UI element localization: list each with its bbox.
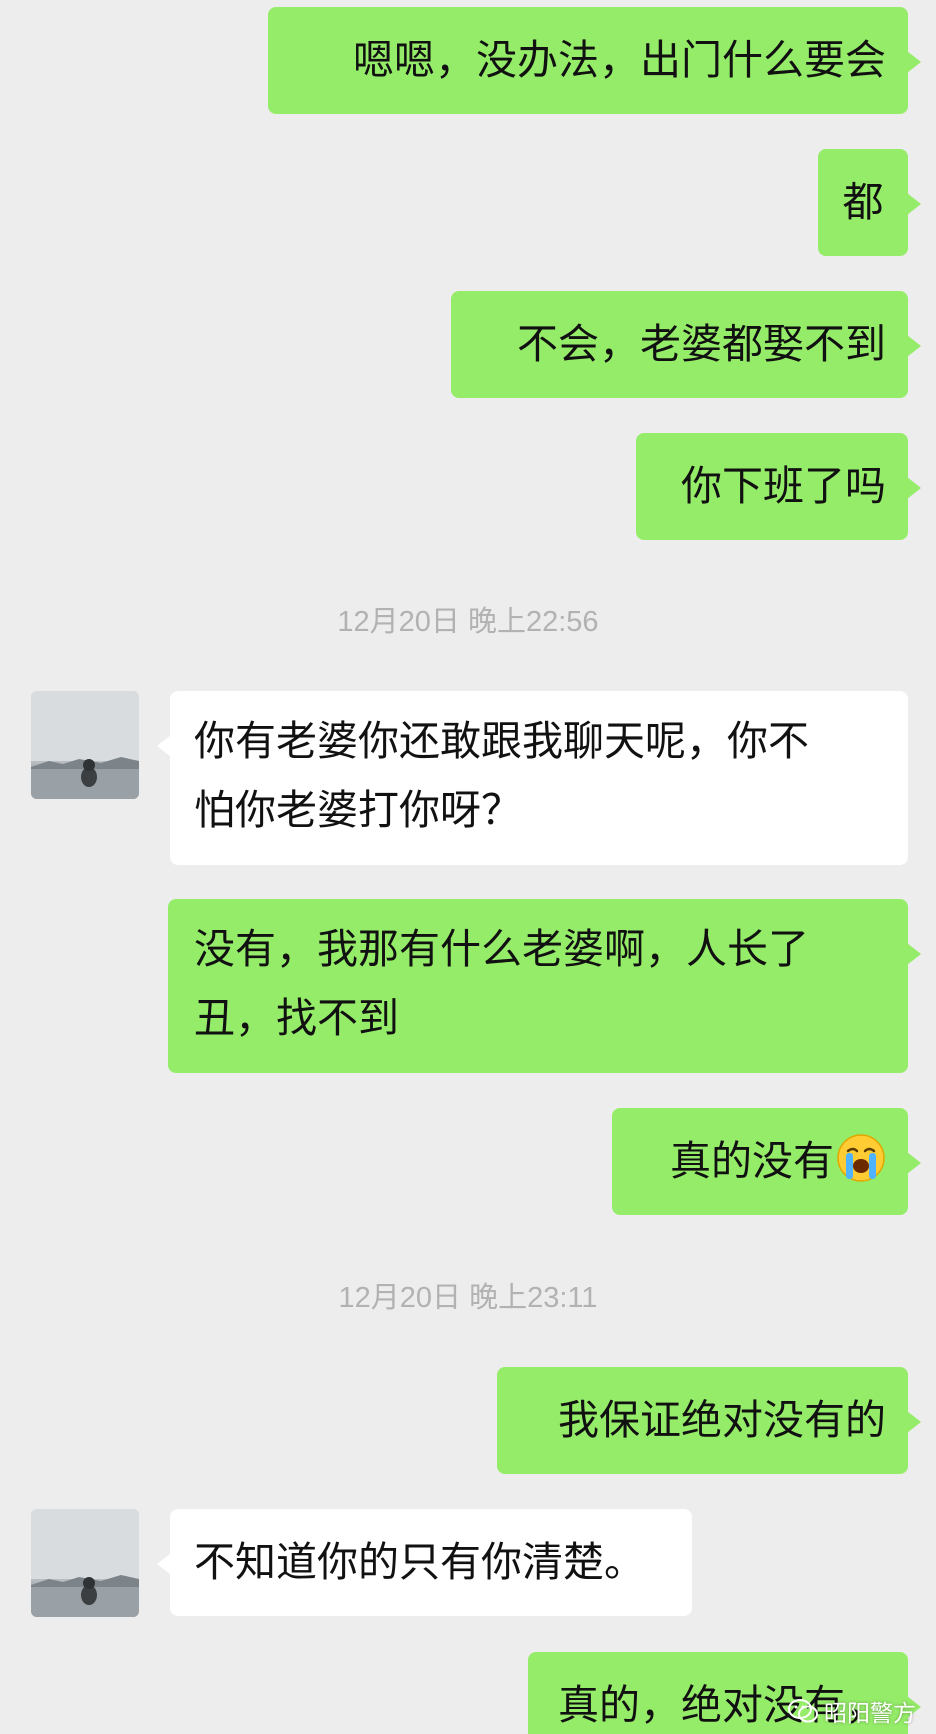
message-text-line: 你有老婆你还敢跟我聊天呢，你不 <box>194 717 809 765</box>
message-text-line: 丑，找不到 <box>194 994 399 1042</box>
message-bubble-outgoing[interactable]: 没有，我那有什么老婆啊，人长了 丑，找不到 <box>168 899 921 1073</box>
message-text-line: 怕你老婆打你呀？ <box>194 786 522 834</box>
watermark-text: 昭阳警方 <box>824 1701 916 1727</box>
message-text: 嗯嗯，没办法，出门什么要会 <box>353 36 886 84</box>
message-bubble-outgoing[interactable]: 我保证绝对没有的 <box>497 1367 921 1474</box>
avatar-lake-photo <box>31 691 139 799</box>
avatar-lake-photo <box>31 1509 139 1617</box>
message-text: 不会，老婆都娶不到 <box>517 320 886 368</box>
message-text: 不知道你的只有你清楚。 <box>194 1538 645 1586</box>
wechat-official-account-icon <box>788 1698 818 1724</box>
chat-view[interactable]: 嗯嗯，没办法，出门什么要会 都 不会，老婆都娶不到 你下班了吗 12月20日 晚… <box>0 0 936 1734</box>
message-text-line: 没有，我那有什么老婆啊，人长了 <box>194 925 809 973</box>
timestamp: 12月20日 晚上22:56 <box>337 606 599 638</box>
message-bubble-outgoing[interactable]: 都 <box>818 149 921 256</box>
message-bubble-outgoing[interactable]: 真的没有 <box>612 1108 921 1215</box>
contact-avatar[interactable] <box>31 691 139 799</box>
message-text: 都 <box>842 178 884 226</box>
contact-avatar[interactable] <box>31 1509 139 1617</box>
message-bubble-outgoing[interactable]: 嗯嗯，没办法，出门什么要会 <box>268 7 921 114</box>
loudly-crying-face-icon <box>836 1116 886 1182</box>
timestamp: 12月20日 晚上23:11 <box>338 1282 598 1314</box>
message-bubble-incoming[interactable]: 不知道你的只有你清楚。 <box>157 1509 692 1616</box>
watermark: 昭阳警方 <box>788 1694 916 1728</box>
message-text: 我保证绝对没有的 <box>558 1396 886 1444</box>
message-bubble-outgoing[interactable]: 不会，老婆都娶不到 <box>451 291 921 398</box>
message-bubble-incoming[interactable]: 你有老婆你还敢跟我聊天呢，你不 怕你老婆打你呀？ <box>157 691 908 865</box>
message-bubble-outgoing[interactable]: 你下班了吗 <box>636 433 921 540</box>
message-text: 你下班了吗 <box>681 462 886 510</box>
message-text: 真的没有 <box>670 1137 834 1185</box>
